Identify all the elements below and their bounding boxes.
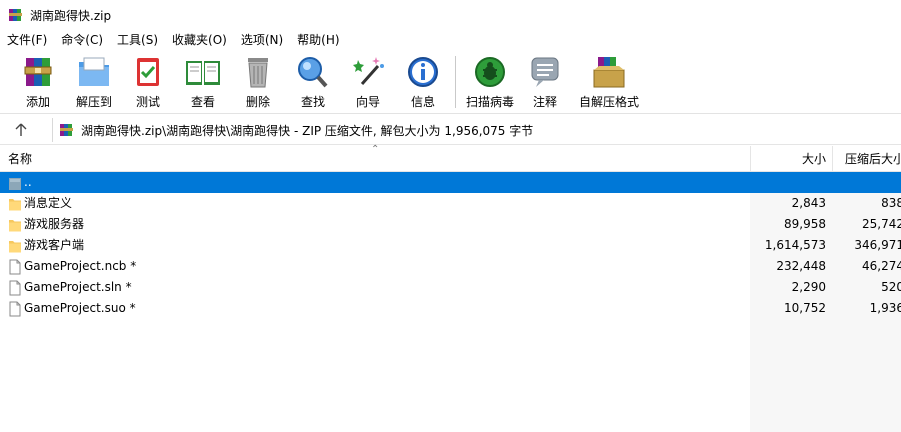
window-title: 湖南跑得快.zip	[30, 8, 112, 23]
view-book-icon	[186, 61, 220, 85]
extract-folder-icon	[79, 57, 109, 86]
sfx-label: 自解压格式	[578, 95, 639, 109]
table-row[interactable]: GameProject.ncb * 232,448 46,274	[0, 256, 901, 277]
column-header-size[interactable]: 大小	[750, 146, 828, 172]
table-row[interactable]: 游戏客户端 1,614,573 346,971	[0, 235, 901, 256]
column-header-packed-size[interactable]: 压缩后大小	[832, 146, 901, 172]
sort-ascending-icon: ⌃	[371, 144, 380, 155]
virus-scan-icon	[475, 57, 505, 87]
comment-button[interactable]: 注释	[517, 54, 573, 112]
file-packed-size: 520	[881, 280, 901, 294]
toolbar-separator	[455, 56, 456, 108]
file-size: 2,843	[791, 196, 826, 210]
wizard-button[interactable]: 向导	[340, 54, 396, 112]
wizard-label: 向导	[355, 95, 380, 109]
menu-commands[interactable]: 命令(C)	[54, 30, 110, 50]
table-row[interactable]: ..	[0, 172, 901, 193]
menu-options[interactable]: 选项(N)	[234, 30, 290, 50]
menu-file[interactable]: 文件(F)	[0, 30, 54, 50]
file-name: 游戏服务器	[24, 217, 85, 231]
info-icon	[408, 57, 438, 87]
file-packed-size: 25,742	[862, 217, 901, 231]
find-button[interactable]: 查找	[285, 54, 341, 112]
delete-label: 删除	[245, 95, 270, 109]
view-button[interactable]: 查看	[175, 54, 231, 112]
file-name: 游戏客户端	[24, 238, 85, 252]
folder-icon	[8, 217, 22, 233]
toolbar: 添加 解压到 测试 查看 删除 查找 向导 信息 扫描病毒 注释 自解压格式	[0, 50, 901, 114]
file-packed-size: 838	[881, 196, 901, 210]
scan-virus-button[interactable]: 扫描病毒	[460, 54, 520, 112]
add-button[interactable]: 添加	[10, 54, 66, 112]
magnifier-icon	[298, 57, 328, 88]
folder-icon	[8, 238, 22, 254]
scan-virus-label: 扫描病毒	[465, 95, 514, 109]
folder-icon	[8, 196, 22, 212]
sfx-button[interactable]: 自解压格式	[578, 54, 640, 112]
winrar-app-icon	[9, 9, 22, 21]
path-field[interactable]: 湖南跑得快.zip\湖南跑得快\湖南跑得快 - ZIP 压缩文件, 解包大小为 …	[52, 118, 901, 142]
file-packed-size: 346,971	[854, 238, 901, 252]
file-name: ..	[24, 175, 32, 189]
arrow-up-icon	[15, 123, 27, 136]
menu-help[interactable]: 帮助(H)	[290, 30, 346, 50]
file-size: 10,752	[784, 301, 826, 315]
table-row[interactable]: 游戏服务器 89,958 25,742	[0, 214, 901, 235]
trash-icon	[248, 58, 268, 88]
file-packed-size: 46,274	[862, 259, 901, 273]
test-label: 测试	[135, 95, 160, 109]
title-bar: 湖南跑得快.zip	[0, 0, 901, 30]
file-size: 89,958	[784, 217, 826, 231]
file-name: 消息定义	[24, 196, 73, 210]
file-size: 1,614,573	[764, 238, 826, 252]
delete-button[interactable]: 删除	[230, 54, 286, 112]
sfx-box-icon	[593, 57, 625, 88]
find-label: 查找	[300, 95, 325, 109]
menu-favorites[interactable]: 收藏夹(O)	[165, 30, 234, 50]
file-name: GameProject.suo *	[24, 301, 136, 315]
file-icon	[8, 259, 22, 275]
file-name: GameProject.ncb *	[24, 259, 137, 273]
menu-tools[interactable]: 工具(S)	[110, 30, 165, 50]
file-size: 232,448	[776, 259, 826, 273]
file-icon	[8, 301, 22, 317]
archive-icon	[60, 124, 73, 136]
extract-to-button[interactable]: 解压到	[66, 54, 122, 112]
file-list: .. 消息定义 2,843 838 游戏服务器 89,958 25,742 游戏客户端 1,61…	[0, 172, 901, 432]
test-button[interactable]: 测试	[120, 54, 176, 112]
path-text: 湖南跑得快.zip\湖南跑得快\湖南跑得快 - ZIP 压缩文件, 解包大小为 …	[81, 123, 534, 138]
file-packed-size: 1,936	[869, 301, 901, 315]
comment-icon	[531, 57, 559, 87]
column-header-row: 名称 ⌃ 大小 压缩后大小	[0, 144, 901, 172]
file-name: GameProject.sln *	[24, 280, 132, 294]
view-label: 查看	[190, 95, 215, 109]
address-bar: 湖南跑得快.zip\湖南跑得快\湖南跑得快 - ZIP 压缩文件, 解包大小为 …	[0, 114, 901, 145]
table-row[interactable]: GameProject.suo * 10,752 1,936	[0, 298, 901, 319]
table-row[interactable]: GameProject.sln * 2,290 520	[0, 277, 901, 298]
column-header-name[interactable]: 名称	[8, 146, 32, 172]
table-row[interactable]: 消息定义 2,843 838	[0, 193, 901, 214]
comment-label: 注释	[532, 95, 557, 109]
file-icon	[8, 280, 22, 296]
info-button[interactable]: 信息	[395, 54, 451, 112]
test-clipboard-icon	[137, 58, 159, 86]
parent-folder-icon	[8, 175, 22, 191]
add-label: 添加	[25, 95, 50, 109]
archive-add-icon	[24, 58, 52, 86]
up-one-level-button[interactable]	[11, 120, 31, 140]
extract-to-label: 解压到	[75, 95, 112, 109]
file-size: 2,290	[791, 280, 826, 294]
magic-wand-icon	[353, 57, 384, 85]
menu-bar: 文件(F) 命令(C) 工具(S) 收藏夹(O) 选项(N) 帮助(H)	[0, 30, 901, 50]
info-label: 信息	[410, 95, 435, 109]
